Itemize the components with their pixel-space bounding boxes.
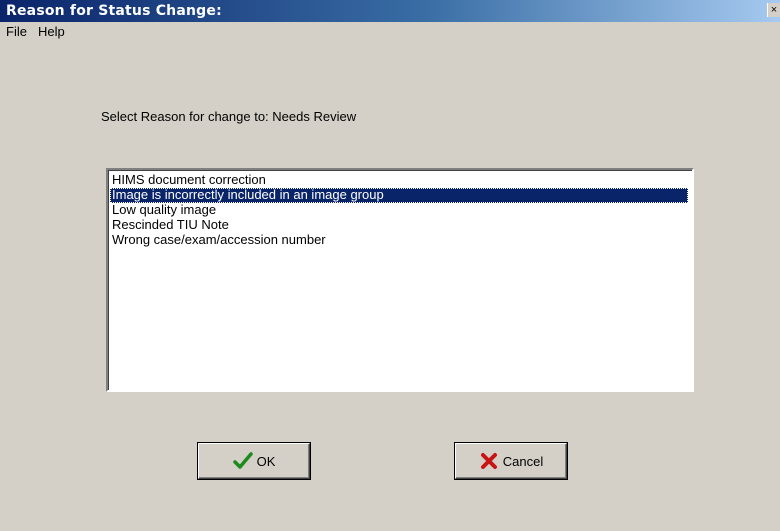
cancel-button[interactable]: Cancel	[455, 443, 567, 479]
reason-listbox[interactable]: HIMS document correction Image is incorr…	[106, 168, 694, 392]
window-title: Reason for Status Change:	[6, 3, 222, 19]
menu-bar: File Help	[0, 22, 780, 42]
close-icon[interactable]: ×	[767, 3, 780, 17]
list-item[interactable]: Wrong case/exam/accession number	[110, 233, 688, 248]
list-item[interactable]: Rescinded TIU Note	[110, 218, 688, 233]
list-item[interactable]: Low quality image	[110, 203, 688, 218]
prompt-label: Select Reason for change to: Needs Revie…	[101, 109, 357, 124]
list-item-selected[interactable]: Image is incorrectly included in an imag…	[110, 188, 688, 203]
checkmark-icon	[232, 452, 253, 469]
list-item[interactable]: HIMS document correction	[110, 173, 688, 188]
ok-label: OK	[256, 453, 276, 469]
menu-help[interactable]: Help	[38, 24, 65, 39]
title-bar[interactable]: Reason for Status Change: ×	[0, 0, 780, 22]
menu-file[interactable]: File	[6, 24, 27, 39]
cancel-label: Cancel	[502, 453, 544, 469]
ok-button[interactable]: OK	[198, 443, 310, 479]
x-icon	[480, 453, 497, 469]
